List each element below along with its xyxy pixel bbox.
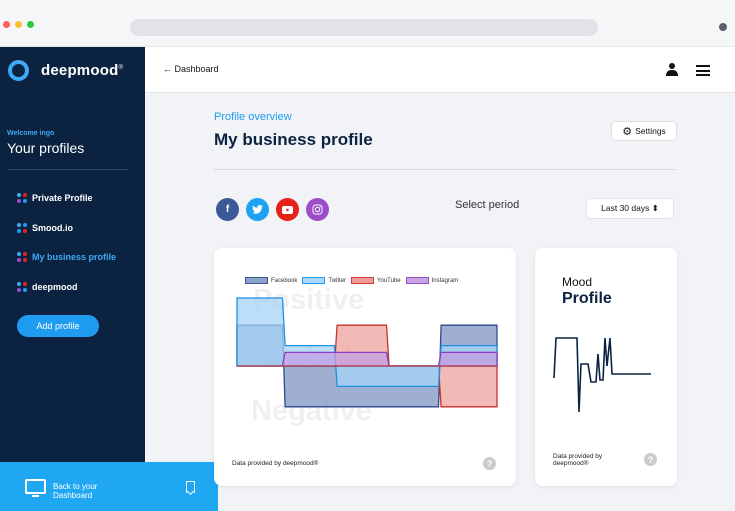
settings-label: Settings — [635, 126, 666, 136]
sentiment-area-chart: Positive Neutral Negative — [236, 284, 498, 427]
browser-menu-icon[interactable] — [719, 23, 727, 31]
gear-icon: ⚙ — [622, 125, 633, 138]
settings-button[interactable]: ⚙ Settings — [611, 121, 677, 141]
sidebar: deepmood® Welcome ingo Your profiles Pri… — [0, 47, 218, 511]
address-bar[interactable] — [130, 19, 598, 36]
divider — [214, 169, 676, 170]
add-profile-button[interactable]: Add profile — [17, 315, 99, 337]
hamburger-menu-icon[interactable] — [696, 65, 710, 76]
mood-profile-card: Mood Profile Data provided by deepmood® … — [535, 248, 677, 486]
maximize-window-icon[interactable] — [27, 21, 34, 28]
sidebar-item-deepmood[interactable]: deepmood — [17, 282, 78, 292]
profile-dots-icon — [17, 252, 27, 262]
profile-dots-icon — [17, 193, 27, 203]
logo[interactable]: deepmood® — [8, 60, 123, 81]
top-header: ← Dashboard — [145, 47, 735, 93]
sidebar-item-private-profile[interactable]: Private Profile — [17, 193, 93, 203]
sidebar-item-smood[interactable]: Smood.io — [17, 223, 73, 233]
monitor-icon — [25, 479, 46, 497]
user-icon[interactable] — [665, 63, 679, 78]
browser-chrome — [0, 0, 735, 47]
help-icon[interactable]: ? — [644, 453, 657, 466]
page-title: My business profile — [214, 130, 373, 149]
close-window-icon[interactable] — [3, 21, 10, 28]
sidebar-item-my-business-profile[interactable]: My business profile — [17, 252, 116, 262]
divider — [7, 169, 128, 170]
profile-dots-icon — [17, 282, 27, 292]
logo-text: deepmood® — [41, 62, 124, 79]
help-icon[interactable]: ? — [483, 457, 496, 470]
sidebar-item-label: Private Profile — [32, 193, 93, 203]
mood-profile-title: Profile — [562, 290, 612, 307]
sidebar-item-label: My business profile — [32, 252, 117, 262]
youtube-icon[interactable] — [276, 198, 299, 221]
mood-waveform-line — [553, 337, 651, 413]
select-period-label: Select period — [455, 199, 520, 211]
minimize-window-icon[interactable] — [15, 21, 22, 28]
breadcrumb-dashboard-link[interactable]: ← Dashboard — [163, 64, 219, 74]
bookmark-icon[interactable] — [186, 481, 195, 493]
twitter-icon[interactable] — [246, 198, 269, 221]
profile-dots-icon — [17, 223, 27, 233]
logo-ring-icon — [8, 60, 29, 81]
data-source-note: Data provided by deepmood® — [553, 453, 603, 467]
page-subtitle: Profile overview — [214, 111, 292, 123]
instagram-icon[interactable] — [306, 198, 329, 221]
chart-series-group — [236, 297, 498, 408]
back-to-dashboard-label: Back to your Dashboard — [53, 482, 98, 500]
profiles-heading: Your profiles — [7, 140, 85, 156]
mood-waveform — [553, 337, 651, 413]
sidebar-item-label: deepmood — [32, 282, 78, 292]
welcome-text: Welcome ingo — [7, 130, 55, 137]
sentiment-chart-card: Facebook Twitter YouTube Instagram Posit… — [214, 248, 516, 486]
period-dropdown[interactable]: Last 30 days ⬍ — [586, 198, 674, 219]
mood-label: Mood — [562, 275, 593, 289]
data-source-note: Data provided by deepmood® — [232, 460, 319, 467]
sidebar-item-label: Smood.io — [32, 223, 73, 233]
facebook-icon[interactable]: f — [216, 198, 239, 221]
back-to-dashboard-button[interactable]: Back to your Dashboard — [0, 462, 218, 511]
